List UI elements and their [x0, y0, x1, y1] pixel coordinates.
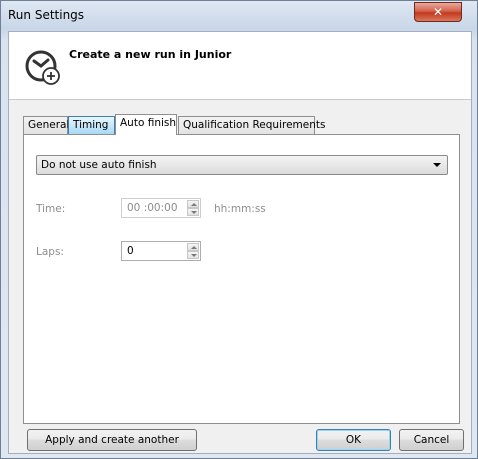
cancel-button[interactable]: Cancel [399, 429, 464, 451]
laps-label: Laps: [36, 246, 64, 258]
close-icon: ✕ [432, 5, 444, 19]
spin-up-icon[interactable] [187, 200, 199, 208]
time-spinner[interactable] [187, 200, 199, 216]
run-settings-window: Run Settings ✕ Create a new run in Junio… [0, 0, 478, 459]
laps-field[interactable]: 0 [121, 241, 201, 261]
auto-finish-mode-value: Do not use auto finish [41, 159, 157, 171]
dialog-header: Create a new run in Junior [9, 32, 471, 100]
tab-auto-finish[interactable]: Auto finish [115, 114, 177, 135]
ok-button[interactable]: OK [316, 429, 391, 451]
auto-finish-mode-dropdown[interactable]: Do not use auto finish [36, 155, 448, 175]
stopwatch-add-icon [25, 50, 60, 85]
spin-down-icon[interactable] [187, 251, 199, 259]
spin-up-icon[interactable] [187, 243, 199, 251]
tab-general[interactable]: General [23, 116, 69, 134]
header-title: Create a new run in Junior [69, 48, 232, 61]
laps-value: 0 [127, 245, 134, 257]
apply-and-create-another-button[interactable]: Apply and create another [27, 429, 197, 451]
close-button[interactable]: ✕ [414, 2, 462, 22]
time-format-hint: hh:mm:ss [214, 203, 266, 215]
laps-spinner[interactable] [187, 243, 199, 259]
title-bar[interactable]: Run Settings ✕ [1, 1, 477, 31]
dialog-client-area: Create a new run in Junior General Timin… [8, 31, 472, 454]
tab-qualification-requirements[interactable]: Qualification Requirements [178, 116, 325, 134]
window-title: Run Settings [8, 8, 85, 22]
dropdown-arrow-icon [433, 163, 441, 167]
tab-timing[interactable]: Timing [68, 116, 115, 134]
spin-down-icon[interactable] [187, 208, 199, 216]
time-value: 00 :00:00 [127, 202, 178, 214]
time-field[interactable]: 00 :00:00 [121, 198, 201, 218]
time-label: Time: [36, 203, 66, 215]
auto-finish-panel: Do not use auto finish Time: 00 :00:00 h… [23, 134, 460, 424]
